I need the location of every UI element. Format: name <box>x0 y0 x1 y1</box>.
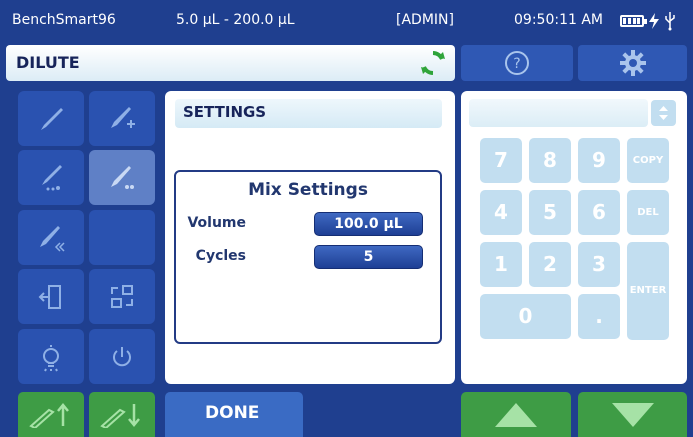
user-role: [ADMIN] <box>396 12 454 28</box>
triangle-down-icon <box>611 402 654 427</box>
key-5[interactable]: 5 <box>529 190 571 235</box>
move-up-button[interactable] <box>461 392 571 437</box>
key-9[interactable]: 9 <box>578 138 620 183</box>
key-2[interactable]: 2 <box>529 242 571 287</box>
key-0[interactable]: 0 <box>480 294 571 339</box>
copy-key[interactable]: COPY <box>627 138 669 183</box>
pipette-down-icon <box>100 403 140 428</box>
pipette-reverse-button[interactable] <box>18 210 84 265</box>
triangle-up-icon <box>495 402 537 427</box>
key-1[interactable]: 1 <box>480 242 522 287</box>
pipette-icon <box>41 107 63 130</box>
settings-header: SETTINGS <box>175 99 442 128</box>
decimal-key[interactable]: . <box>578 294 620 339</box>
key-8[interactable]: 8 <box>529 138 571 183</box>
mix-settings-title: Mix Settings <box>248 180 368 200</box>
help-button[interactable]: ? <box>461 45 573 81</box>
volume-field[interactable]: 100.0 µL <box>314 212 423 236</box>
battery-icon <box>620 15 647 27</box>
pipette-add-button[interactable] <box>89 91 155 146</box>
pipette-dispense-button[interactable] <box>18 150 84 205</box>
status-bar: BenchSmart96 5.0 µL - 200.0 µL [ADMIN] 0… <box>0 0 693 43</box>
cycles-field[interactable]: 5 <box>314 245 423 269</box>
dispense-down-button[interactable] <box>89 392 155 437</box>
device-name: BenchSmart96 <box>12 12 116 28</box>
clock: 09:50:11 AM <box>514 12 603 28</box>
pipette-dispense-icon <box>42 164 62 190</box>
aspirate-up-button[interactable] <box>18 392 84 437</box>
spinner-arrows-icon <box>659 106 668 120</box>
charging-bolt-icon <box>649 13 659 29</box>
done-label: DONE <box>205 403 260 423</box>
volume-label: Volume <box>187 215 246 231</box>
pipette-tool-button[interactable] <box>18 91 84 146</box>
pipette-mix-icon <box>111 165 134 189</box>
light-button[interactable] <box>18 329 84 384</box>
help-icon: ? <box>505 51 529 75</box>
key-4[interactable]: 4 <box>480 190 522 235</box>
delete-key[interactable]: DEL <box>627 190 669 235</box>
mode-bar: DILUTE <box>6 45 455 81</box>
layout-swap-icon <box>111 284 133 308</box>
exit-button[interactable] <box>18 269 84 324</box>
settings-button[interactable] <box>578 45 687 81</box>
volume-range: 5.0 µL - 200.0 µL <box>176 12 295 28</box>
refresh-icon[interactable] <box>419 49 447 77</box>
layout-button[interactable] <box>89 269 155 324</box>
settings-title: SETTINGS <box>183 103 267 121</box>
keypad-panel <box>461 91 687 384</box>
usb-icon <box>665 12 675 31</box>
pipette-add-icon <box>111 106 135 128</box>
mode-title: DILUTE <box>16 53 80 72</box>
power-icon <box>113 346 131 366</box>
mix-settings-box: Mix Settings Volume 100.0 µL Cycles 5 <box>174 170 442 344</box>
enter-key[interactable]: ENTER <box>627 242 669 340</box>
svg-text:?: ? <box>513 56 520 72</box>
entry-spinner[interactable] <box>651 100 676 126</box>
keypad-entry-field[interactable] <box>469 99 648 127</box>
key-3[interactable]: 3 <box>578 242 620 287</box>
pipette-mix-button[interactable] <box>89 150 155 205</box>
cycles-label: Cycles <box>195 248 246 264</box>
key-7[interactable]: 7 <box>480 138 522 183</box>
exit-door-icon <box>38 284 61 309</box>
pipette-up-icon <box>29 402 69 428</box>
done-button[interactable]: DONE <box>165 392 303 437</box>
move-down-button[interactable] <box>578 392 687 437</box>
pipette-reverse-icon <box>40 225 65 252</box>
lightbulb-icon <box>43 344 59 371</box>
empty-tool-slot <box>89 210 155 265</box>
gear-icon <box>619 50 646 76</box>
key-6[interactable]: 6 <box>578 190 620 235</box>
power-button[interactable] <box>89 329 155 384</box>
